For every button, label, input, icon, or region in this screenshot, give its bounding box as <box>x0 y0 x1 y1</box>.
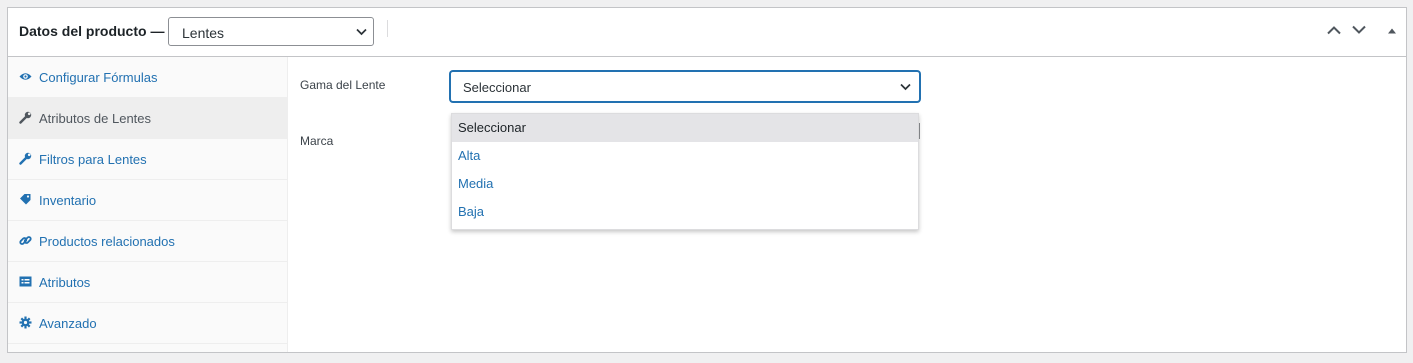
tab-label: Avanzado <box>39 316 97 331</box>
tab-configurar-formulas[interactable]: Configurar Fórmulas <box>8 57 287 98</box>
product-data-panel: Datos del producto — Lentes Configurar F… <box>7 7 1407 353</box>
tab-content: Gama del Lente Seleccionar Marca Selecci… <box>288 57 1406 352</box>
tab-label: Atributos de Lentes <box>39 111 152 126</box>
dropdown-option[interactable]: Baja <box>452 198 918 226</box>
dropdown-option[interactable]: Seleccionar <box>452 114 918 142</box>
dropdown-option[interactable]: Media <box>452 170 918 198</box>
tab-label: Atributos <box>39 275 91 290</box>
eye-icon <box>19 73 32 80</box>
gama-dropdown: Seleccionar Alta Media Baja <box>451 113 919 230</box>
tab-label: Productos relacionados <box>39 234 175 249</box>
marca-label: Marca <box>300 134 334 148</box>
gama-select[interactable]: Seleccionar <box>450 71 920 102</box>
move-down-icon[interactable] <box>1352 25 1366 35</box>
gama-label: Gama del Lente <box>300 78 386 92</box>
tab-filtros-para-lentes[interactable]: Filtros para Lentes <box>8 139 287 180</box>
tab-avanzado[interactable]: Avanzado <box>8 303 287 344</box>
tag-icon <box>20 194 31 205</box>
wrench-icon <box>19 152 32 165</box>
dropdown-option[interactable]: Alta <box>452 142 918 170</box>
chevron-down-icon <box>900 83 911 91</box>
tab-label: Inventario <box>39 193 97 208</box>
tab-label: Configurar Fórmulas <box>39 70 158 85</box>
table-icon <box>19 276 32 287</box>
panel-header: Datos del producto — Lentes <box>8 8 1406 57</box>
tab-productos-relacionados[interactable]: Productos relacionados <box>8 221 287 262</box>
gear-icon <box>19 316 32 329</box>
tab-label: Filtros para Lentes <box>39 152 147 167</box>
tab-atributos-de-lentes[interactable]: Atributos de Lentes <box>8 98 287 139</box>
header-divider <box>387 20 388 37</box>
wrench-icon <box>19 111 32 124</box>
tab-inventario[interactable]: Inventario <box>8 180 287 221</box>
panel-title: Datos del producto — <box>19 23 165 39</box>
product-data-tabs: Configurar Fórmulas Atributos de Lentes … <box>8 57 288 352</box>
toggle-panel-icon[interactable] <box>1387 27 1397 34</box>
product-type-select[interactable]: Lentes <box>168 17 374 46</box>
tab-atributos[interactable]: Atributos <box>8 262 287 303</box>
link-icon <box>19 236 32 245</box>
product-type-value: Lentes <box>182 25 225 41</box>
chevron-down-icon <box>356 28 367 36</box>
gama-value: Seleccionar <box>463 80 531 95</box>
move-up-icon[interactable] <box>1327 25 1341 35</box>
